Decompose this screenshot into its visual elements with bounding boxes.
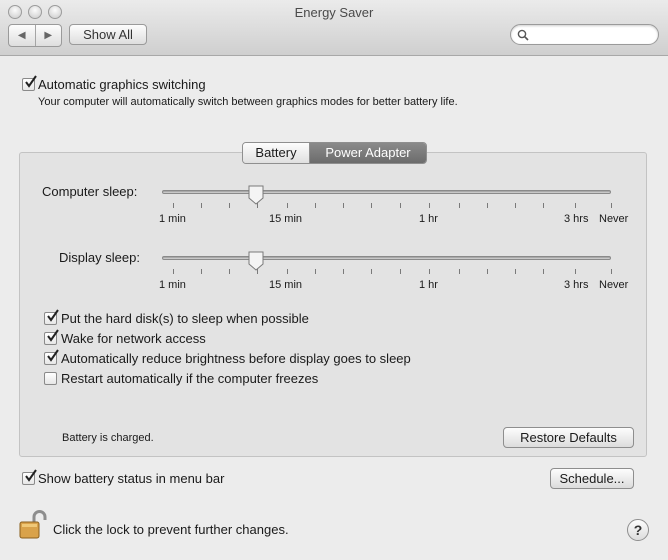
slider-tick-mark bbox=[429, 269, 430, 274]
show-all-button[interactable]: Show All bbox=[69, 24, 147, 45]
restart-freeze-checkbox[interactable] bbox=[44, 372, 57, 385]
restart-freeze-label[interactable]: Restart automatically if the computer fr… bbox=[61, 371, 318, 386]
battery-status-text: Battery is charged. bbox=[62, 432, 154, 444]
search-icon bbox=[517, 29, 529, 41]
back-forward-control: ◀ ▶ bbox=[8, 24, 62, 47]
slider-tick-mark bbox=[575, 269, 576, 274]
search-field[interactable] bbox=[510, 24, 659, 45]
help-button[interactable]: ? bbox=[627, 519, 649, 541]
display-sleep-label: Display sleep: bbox=[59, 250, 140, 265]
wake-network-checkbox[interactable] bbox=[44, 329, 59, 345]
slider-tick-mark bbox=[173, 203, 174, 208]
slider-tick-mark bbox=[229, 203, 230, 208]
slider-tick-mark bbox=[229, 269, 230, 274]
window-title: Energy Saver bbox=[294, 5, 374, 20]
checkmark-icon bbox=[25, 75, 37, 88]
checkmark-icon bbox=[47, 309, 59, 322]
computer-sleep-track[interactable] bbox=[162, 190, 611, 194]
slider-tick-mark bbox=[315, 203, 316, 208]
slider-tick-mark bbox=[611, 203, 612, 208]
hard-disk-sleep-checkbox[interactable] bbox=[44, 309, 59, 325]
graphics-switching-checkbox[interactable] bbox=[22, 75, 37, 91]
tick-label-1min: 1 min bbox=[159, 213, 186, 225]
graphics-switching-description: Your computer will automatically switch … bbox=[38, 96, 458, 108]
slider-tick-mark bbox=[543, 269, 544, 274]
display-sleep-knob[interactable] bbox=[248, 251, 264, 271]
reduce-brightness-checkbox[interactable] bbox=[44, 349, 59, 365]
unlocked-padlock-icon[interactable] bbox=[19, 510, 47, 540]
computer-sleep-label: Computer sleep: bbox=[42, 184, 138, 199]
tick-label-1hr: 1 hr bbox=[419, 213, 438, 225]
slider-tick-mark bbox=[315, 269, 316, 274]
slider-tick-mark bbox=[400, 269, 401, 274]
display-sleep-track[interactable] bbox=[162, 256, 611, 260]
slider-tick-mark bbox=[575, 203, 576, 208]
lock-instruction-text: Click the lock to prevent further change… bbox=[53, 522, 289, 537]
energy-saver-window: Energy Saver ◀ ▶ Show All Automatic grap… bbox=[0, 0, 668, 560]
wake-network-label[interactable]: Wake for network access bbox=[61, 331, 206, 346]
slider-tick-mark bbox=[287, 203, 288, 208]
restore-defaults-button[interactable]: Restore Defaults bbox=[503, 427, 634, 448]
slider-tick-mark bbox=[371, 269, 372, 274]
slider-tick-mark bbox=[487, 269, 488, 274]
slider-tick-mark bbox=[543, 203, 544, 208]
show-battery-status-checkbox[interactable] bbox=[22, 469, 37, 485]
checkmark-icon bbox=[47, 349, 59, 362]
slider-tick-mark bbox=[487, 203, 488, 208]
tab-bar: Battery Power Adapter bbox=[242, 142, 427, 164]
tick-label-never: Never bbox=[599, 279, 629, 291]
checkmark-icon bbox=[47, 329, 59, 342]
tab-battery[interactable]: Battery bbox=[243, 143, 310, 163]
slider-tick-mark bbox=[459, 269, 460, 274]
slider-tick-mark bbox=[343, 203, 344, 208]
checkmark-icon bbox=[25, 469, 37, 482]
slider-tick-mark bbox=[287, 269, 288, 274]
show-battery-status-label[interactable]: Show battery status in menu bar bbox=[38, 471, 224, 486]
tick-label-15min: 15 min bbox=[269, 279, 303, 291]
tick-label-1hr: 1 hr bbox=[419, 279, 438, 291]
computer-sleep-knob[interactable] bbox=[248, 185, 264, 205]
schedule-button[interactable]: Schedule... bbox=[550, 468, 634, 489]
tab-power-adapter[interactable]: Power Adapter bbox=[310, 143, 426, 163]
slider-tick-mark bbox=[515, 269, 516, 274]
forward-arrow-icon[interactable]: ▶ bbox=[36, 25, 62, 46]
slider-tick-mark bbox=[257, 203, 258, 208]
slider-tick-mark bbox=[201, 203, 202, 208]
slider-tick-mark bbox=[400, 203, 401, 208]
tick-label-3hrs: 3 hrs bbox=[564, 213, 589, 225]
slider-tick-mark bbox=[515, 203, 516, 208]
slider-tick-mark bbox=[371, 203, 372, 208]
slider-tick-mark bbox=[201, 269, 202, 274]
titlebar: Energy Saver ◀ ▶ Show All bbox=[0, 0, 668, 56]
back-arrow-icon[interactable]: ◀ bbox=[9, 25, 36, 46]
slider-tick-mark bbox=[611, 269, 612, 274]
slider-tick-mark bbox=[173, 269, 174, 274]
slider-tick-mark bbox=[459, 203, 460, 208]
tick-label-15min: 15 min bbox=[269, 213, 303, 225]
tick-label-never: Never bbox=[599, 213, 629, 225]
hard-disk-sleep-label[interactable]: Put the hard disk(s) to sleep when possi… bbox=[61, 311, 309, 326]
tick-label-1min: 1 min bbox=[159, 279, 186, 291]
search-input[interactable] bbox=[533, 26, 655, 45]
reduce-brightness-label[interactable]: Automatically reduce brightness before d… bbox=[61, 351, 411, 366]
graphics-switching-label[interactable]: Automatic graphics switching bbox=[38, 77, 206, 92]
slider-tick-mark bbox=[257, 269, 258, 274]
tick-label-3hrs: 3 hrs bbox=[564, 279, 589, 291]
slider-tick-mark bbox=[429, 203, 430, 208]
slider-tick-mark bbox=[343, 269, 344, 274]
